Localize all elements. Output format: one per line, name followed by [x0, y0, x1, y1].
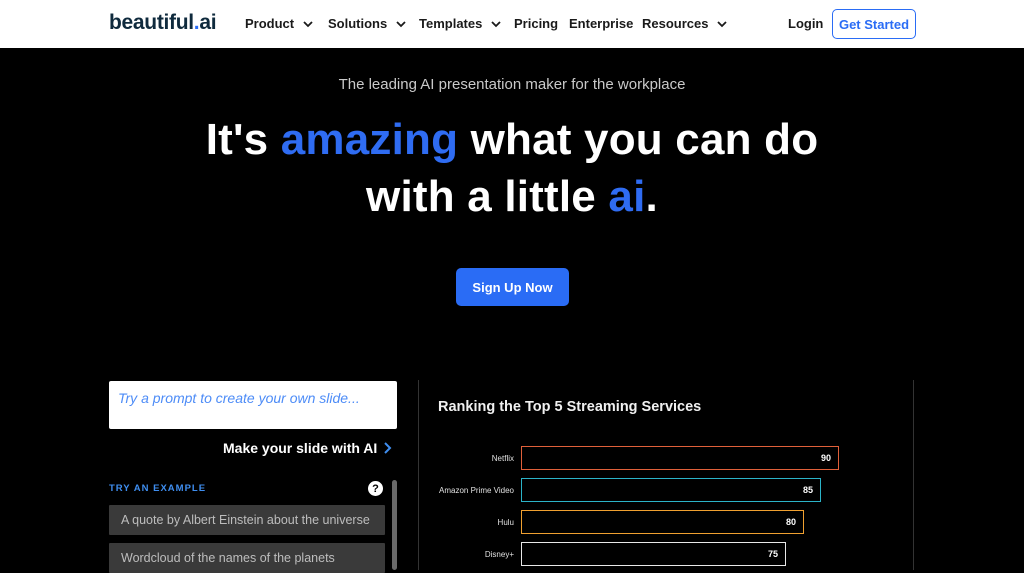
- bar-value-label: 80: [785, 517, 796, 527]
- bar: 75: [521, 542, 786, 566]
- hero-tagline: The leading AI presentation maker for th…: [338, 76, 686, 93]
- nav-item-resources[interactable]: Resources: [642, 16, 728, 31]
- prompt-input[interactable]: [118, 390, 388, 406]
- panel-divider: [913, 380, 914, 570]
- bar: 80: [521, 510, 804, 534]
- logo[interactable]: beautiful.ai: [109, 11, 217, 35]
- top-nav: beautiful.ai Product Solutions Templates…: [0, 0, 1024, 48]
- get-started-button[interactable]: Get Started: [832, 9, 916, 39]
- try-example-label: TRY AN EXAMPLE: [109, 483, 207, 494]
- chart-title: Ranking the Top 5 Streaming Services: [438, 399, 702, 415]
- nav-item-enterprise[interactable]: Enterprise: [569, 16, 633, 31]
- chevron-down-icon: [491, 20, 501, 27]
- bar-value-label: 90: [820, 453, 831, 463]
- chevron-down-icon: [396, 20, 406, 27]
- example-item[interactable]: Wordcloud of the names of the planets: [109, 543, 385, 573]
- nav-item-pricing[interactable]: Pricing: [514, 16, 558, 31]
- bar-label: Hulu: [497, 518, 514, 527]
- bar-label: Disney+: [484, 550, 514, 559]
- hero-headline: It's amazing what you can do with a litt…: [205, 115, 819, 221]
- bar: 90: [521, 446, 839, 470]
- bar-value-label: 75: [767, 549, 778, 559]
- sign-up-button[interactable]: Sign Up Now: [456, 268, 569, 306]
- bar: 85: [521, 478, 821, 502]
- bar-label: Netflix: [491, 454, 514, 463]
- nav-item-product[interactable]: Product: [245, 16, 314, 31]
- prompt-box[interactable]: [109, 381, 397, 429]
- login-link[interactable]: Login: [788, 16, 823, 31]
- nav-item-templates[interactable]: Templates: [419, 16, 502, 31]
- help-icon[interactable]: ?: [368, 481, 383, 496]
- chevron-down-icon: [303, 20, 313, 27]
- make-slide-button[interactable]: Make your slide with AI: [223, 440, 392, 456]
- chevron-right-icon: [384, 442, 392, 454]
- example-item[interactable]: A quote by Albert Einstein about the uni…: [109, 505, 385, 535]
- chevron-down-icon: [717, 20, 728, 27]
- panel-divider: [418, 380, 419, 570]
- bar-label: Amazon Prime Video: [439, 486, 514, 495]
- nav-item-solutions[interactable]: Solutions: [328, 16, 407, 31]
- bar-value-label: 85: [802, 485, 813, 495]
